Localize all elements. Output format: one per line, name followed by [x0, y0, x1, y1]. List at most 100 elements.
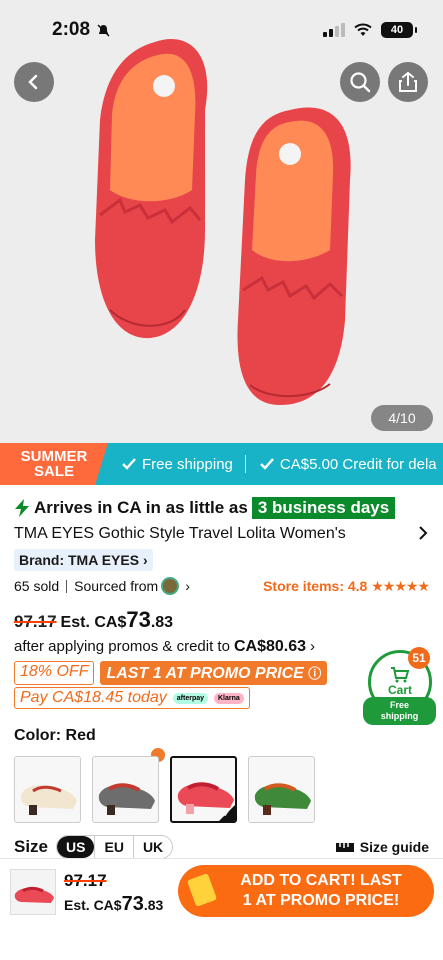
original-price: 97.17 — [14, 612, 57, 631]
color-label: Color: Red — [14, 727, 96, 744]
size-system-selector: US EU UK — [56, 835, 174, 859]
last-one-text: LAST 1 AT PROMO PRICE — [106, 665, 304, 682]
wifi-icon — [354, 23, 372, 36]
check-icon — [122, 458, 136, 470]
free-shipping-line1: Free — [389, 700, 409, 710]
back-button[interactable] — [14, 62, 54, 102]
status-time: 2:08 — [52, 19, 111, 41]
product-image-gallery[interactable]: 4/10 — [0, 0, 443, 443]
discount-tags: 18% OFF LAST 1 AT PROMO PRICE ⓘ — [14, 661, 328, 685]
bottom-action-bar: 97.17 Est. CA$73.83 ADD TO CART! LAST 1 … — [0, 858, 443, 960]
arrives-text: Arrives in CA in as little as — [34, 498, 248, 517]
swatch-image — [20, 785, 77, 815]
chevron-right-icon: › — [185, 578, 190, 594]
lightning-icon — [15, 499, 29, 517]
sourced-from-text[interactable]: Sourced from — [74, 578, 158, 594]
size-row: Size US EU UK Size guide — [14, 835, 429, 859]
bottom-est-prefix: Est. CA$ — [64, 897, 122, 913]
size-guide-text: Size guide — [359, 839, 429, 855]
chevron-right-icon: › — [310, 638, 315, 655]
search-icon — [350, 72, 371, 93]
signal-icon — [323, 23, 345, 37]
battery-icon: 40 — [381, 22, 417, 38]
delivery-estimate: Arrives in CA in as little as 3 business… — [14, 497, 396, 519]
after-promos-text: after applying promos & credit to — [14, 638, 230, 655]
bottom-estimated-price: Est. CA$73.83 — [64, 893, 163, 916]
star-rating-icon: ★★★★★ — [371, 577, 430, 594]
add-to-cart-button[interactable]: ADD TO CART! LAST 1 AT PROMO PRICE! — [178, 865, 434, 917]
product-title: TMA EYES Gothic Style Travel Lolita Wome… — [14, 525, 346, 542]
clock: 2:08 — [52, 19, 91, 40]
last-one-badge: LAST 1 AT PROMO PRICE ⓘ — [100, 661, 328, 685]
thumbnail-image — [14, 886, 54, 903]
sale-text: SALE — [33, 463, 74, 480]
bottom-est-cents: .83 — [143, 897, 164, 913]
pay-today-text: Pay CA$18.45 today — [20, 689, 167, 706]
size-system-eu[interactable]: EU — [94, 836, 132, 858]
ruler-icon — [335, 843, 354, 852]
discount-badge: 18% OFF — [14, 661, 95, 685]
color-swatch-green[interactable] — [248, 756, 315, 823]
sold-count: 65 sold — [14, 578, 60, 594]
brand-text: Brand: TMA EYES — [19, 552, 140, 568]
sales-info-row: 65 sold Sourced from › Store items: 4.8 … — [14, 577, 430, 595]
bottom-est-whole: 73 — [121, 893, 144, 915]
estimated-price: Est. CA$73.83 — [61, 607, 174, 633]
business-days-badge: 3 business days — [251, 497, 396, 519]
chevron-left-icon — [28, 74, 38, 90]
credit-text: CA$5.00 Credit for dela — [279, 455, 437, 473]
cart-count-badge: 51 — [408, 647, 430, 669]
after-promos-amount: CA$80.63 — [233, 638, 306, 655]
store-rating-text: Store items: 4.8 — [263, 577, 368, 594]
brand-link[interactable]: Brand: TMA EYES › — [14, 549, 153, 571]
swatch-image — [254, 783, 311, 815]
bottom-original-price: 97.17 — [64, 871, 107, 890]
installment-row[interactable]: Pay CA$18.45 today afterpay Klarna — [14, 687, 250, 709]
klarna-logo: Klarna — [214, 692, 244, 704]
free-shipping-text: Free shipping — [142, 455, 233, 473]
cart-label: Cart — [387, 683, 412, 697]
share-icon — [399, 71, 417, 92]
product-thumbnail — [10, 869, 56, 915]
size-guide-link[interactable]: Size guide — [335, 839, 429, 855]
check-icon — [260, 458, 274, 470]
color-swatch-beige[interactable] — [14, 756, 81, 823]
size-system-uk[interactable]: UK — [132, 836, 172, 858]
size-system-us[interactable]: US — [57, 836, 95, 858]
add-to-cart-line2: 1 AT PROMO PRICE! — [242, 892, 400, 909]
promo-divider — [244, 455, 246, 473]
after-promos-row[interactable]: after applying promos & credit to CA$80.… — [14, 638, 315, 656]
size-label: Size — [14, 837, 49, 856]
summer-text: SUMMER — [20, 448, 88, 465]
est-prefix: Est. CA$ — [60, 614, 127, 631]
afterpay-logo: afterpay — [172, 692, 208, 704]
summer-sale-badge: SUMMER SALE — [0, 443, 108, 485]
est-cents: .83 — [150, 614, 174, 631]
divider — [66, 579, 68, 593]
color-swatch-red[interactable]: ✓ — [170, 756, 237, 823]
info-icon: ⓘ — [308, 666, 322, 681]
product-photo-red-shoes — [0, 0, 443, 443]
store-rating[interactable]: Store items: 4.8 ★★★★★ — [263, 577, 430, 595]
share-button[interactable] — [388, 62, 428, 102]
bell-slash-icon — [97, 23, 110, 37]
promo-banner[interactable]: SUMMER SALE Free shipping CA$5.00 Credit… — [0, 443, 443, 485]
free-shipping-badge: Free shipping — [363, 697, 436, 725]
image-counter: 4/10 — [371, 405, 433, 431]
add-to-cart-line1: ADD TO CART! LAST — [240, 872, 402, 889]
promo-free-shipping: Free shipping — [122, 456, 233, 473]
color-swatches: ✓ — [14, 756, 315, 823]
search-button[interactable] — [340, 62, 380, 102]
cart-icon — [391, 667, 410, 683]
promo-credit: CA$5.00 Credit for dela — [260, 456, 437, 473]
product-title-row[interactable]: TMA EYES Gothic Style Travel Lolita Wome… — [14, 525, 429, 543]
status-bar: 2:08 40 — [0, 0, 443, 60]
swatch-image — [98, 783, 155, 815]
est-whole: 73 — [126, 607, 151, 632]
free-shipping-line2: shipping — [380, 711, 419, 721]
chevron-right-icon: › — [142, 552, 148, 568]
color-swatch-grey[interactable] — [92, 756, 159, 823]
chevron-right-icon — [419, 526, 428, 540]
price-row: 97.17 Est. CA$73.83 — [14, 607, 173, 633]
origin-flag-icon — [161, 577, 180, 595]
